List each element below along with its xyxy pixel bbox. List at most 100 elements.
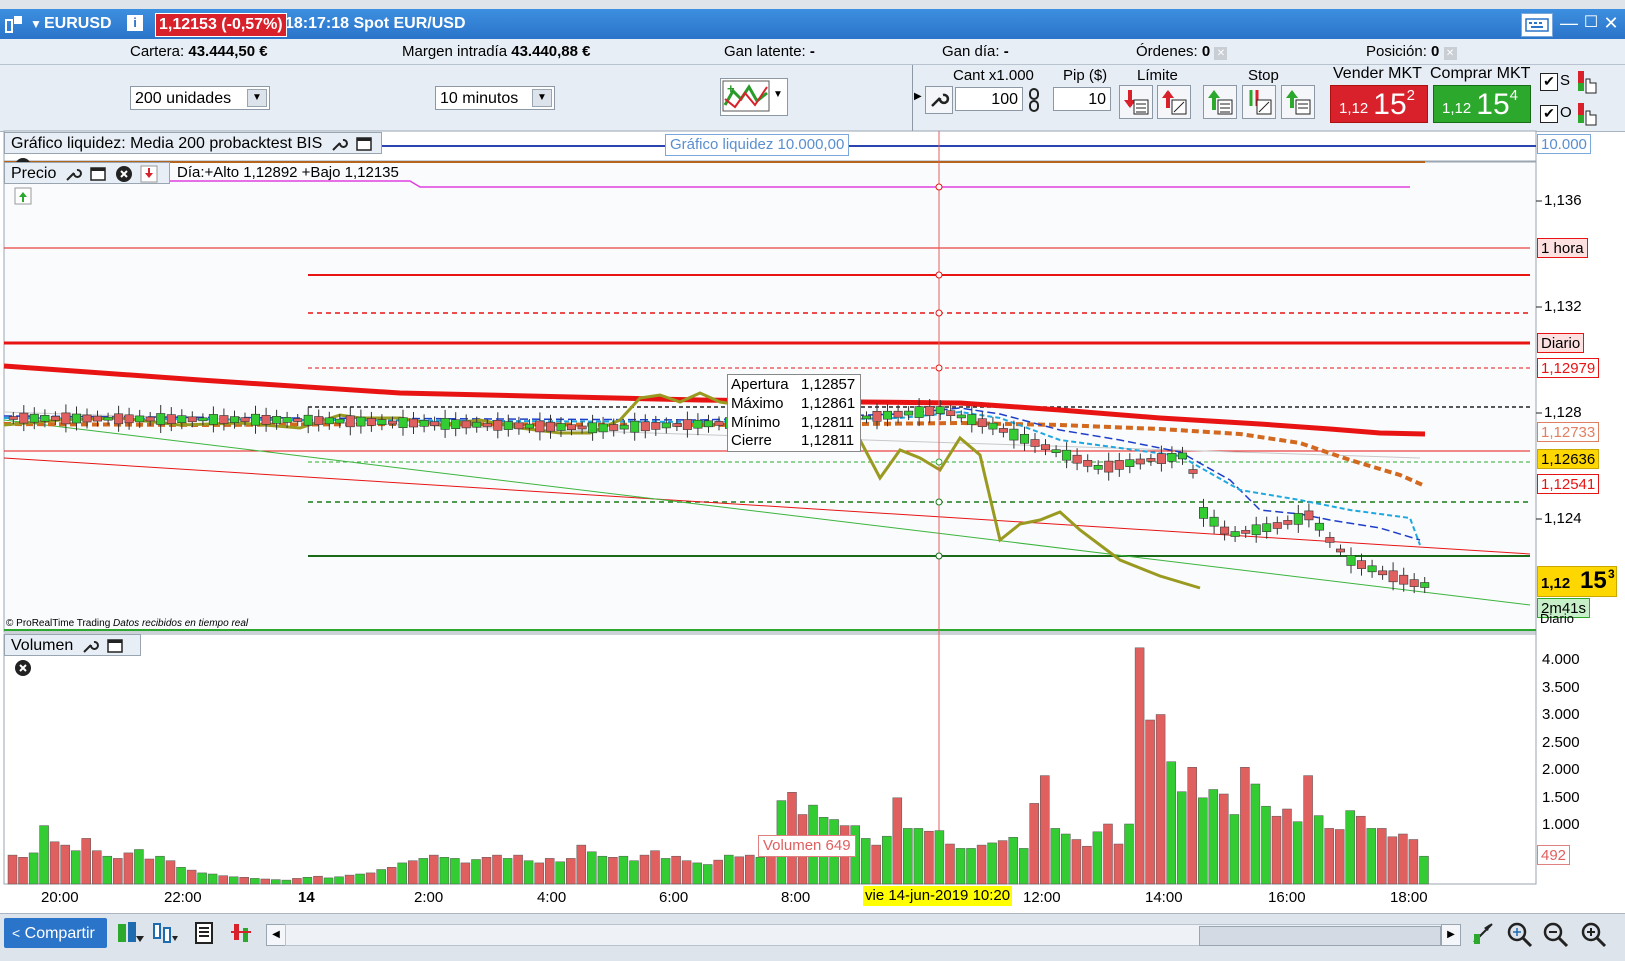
window-icon[interactable] bbox=[355, 135, 373, 153]
candle-body bbox=[714, 421, 724, 426]
volume-tick: 2.000 bbox=[1542, 761, 1580, 778]
volume-bar bbox=[1198, 797, 1208, 885]
horizontal-scrollbar[interactable] bbox=[285, 924, 1442, 946]
bottom-toolbar: < Compartir ◀ ▶ bbox=[0, 913, 1625, 961]
candle-body bbox=[1230, 531, 1240, 537]
candle-body bbox=[1420, 582, 1430, 588]
volume-bar bbox=[892, 797, 903, 885]
volume-bar bbox=[239, 877, 249, 885]
share-button[interactable]: < Compartir bbox=[4, 918, 107, 948]
candle-body bbox=[345, 415, 355, 428]
scrollbar-thumb[interactable] bbox=[1199, 926, 1441, 946]
volume-bar bbox=[1103, 823, 1113, 885]
candle-body bbox=[1378, 570, 1388, 576]
volume-bar bbox=[292, 878, 302, 885]
candle-body bbox=[1283, 520, 1293, 525]
credit-text: © ProRealTime Trading Datos recibidos en… bbox=[6, 618, 248, 629]
share-icon: < bbox=[12, 925, 21, 941]
volume-bar bbox=[903, 828, 913, 885]
volume-bar bbox=[1334, 829, 1345, 885]
candle-body bbox=[1272, 522, 1282, 529]
volume-bar bbox=[566, 858, 576, 885]
x-tick: 18:00 bbox=[1390, 889, 1428, 906]
volume-bar bbox=[1219, 793, 1229, 885]
tag-diario: Diario bbox=[1537, 333, 1585, 353]
candle-body bbox=[925, 406, 935, 416]
scroll-left-button[interactable]: ◀ bbox=[266, 924, 286, 946]
candle-body bbox=[956, 414, 966, 419]
volume-bar bbox=[544, 858, 555, 885]
candle-body bbox=[1388, 570, 1398, 583]
volume-bar bbox=[945, 843, 955, 885]
close-icon[interactable] bbox=[14, 659, 32, 677]
scroll-right-button[interactable]: ▶ bbox=[1441, 924, 1461, 946]
price-panel-header: Precio bbox=[4, 162, 170, 205]
current-price-big: 15 bbox=[1580, 567, 1607, 594]
volume-bar bbox=[28, 852, 39, 885]
volume-bar bbox=[1398, 833, 1408, 885]
window-icon[interactable] bbox=[106, 637, 124, 655]
volume-bar bbox=[1155, 714, 1166, 885]
volume-bar bbox=[660, 858, 671, 885]
candle-body bbox=[356, 416, 366, 427]
flag-icon[interactable] bbox=[192, 920, 216, 950]
wrench-icon[interactable] bbox=[330, 135, 348, 153]
volume-bar bbox=[745, 854, 755, 885]
volume-bar bbox=[1018, 848, 1029, 885]
volume-bar bbox=[155, 855, 165, 885]
candle-body bbox=[166, 414, 176, 424]
candle-body bbox=[1135, 458, 1145, 465]
candle-body bbox=[904, 410, 914, 416]
candle-body bbox=[398, 417, 408, 429]
volume-bar bbox=[207, 873, 218, 885]
wrench-icon[interactable] bbox=[64, 165, 82, 183]
candle-body bbox=[1188, 469, 1198, 474]
candle-body bbox=[430, 421, 440, 426]
volume-bar bbox=[355, 873, 365, 885]
arrow-down-icon[interactable] bbox=[140, 165, 158, 183]
arrow-up-icon[interactable] bbox=[14, 187, 32, 205]
volume-bar bbox=[1071, 839, 1082, 885]
candle-body bbox=[1019, 433, 1029, 444]
volume-bar bbox=[228, 876, 239, 885]
volume-bar bbox=[1092, 831, 1103, 885]
candle-body bbox=[935, 406, 945, 414]
volume-bar bbox=[471, 859, 481, 885]
volume-bar bbox=[997, 840, 1008, 885]
zoom-in-icon[interactable] bbox=[1579, 920, 1607, 952]
candle-body bbox=[61, 412, 71, 425]
volume-bar bbox=[165, 860, 176, 885]
x-tick: 14:00 bbox=[1145, 889, 1183, 906]
candle-body bbox=[303, 414, 313, 426]
volume-bar bbox=[534, 862, 544, 885]
chart-candles-icon[interactable] bbox=[228, 920, 254, 950]
volume-bar bbox=[1387, 836, 1398, 885]
indicators-icon[interactable] bbox=[150, 920, 180, 950]
candle-body bbox=[545, 421, 555, 432]
volume-bar bbox=[313, 875, 323, 885]
window-icon[interactable] bbox=[89, 165, 107, 183]
volume-cursor-label: Volumen 649 bbox=[758, 835, 856, 857]
volume-bar bbox=[1008, 837, 1018, 885]
day-high-low-info: Día:+Alto 1,12892 +Bajo 1,12135 bbox=[177, 164, 399, 181]
auto-scale-icon[interactable] bbox=[1470, 920, 1496, 952]
volume-bar bbox=[608, 857, 618, 885]
volume-bar bbox=[260, 878, 271, 885]
zoom-out-icon[interactable] bbox=[1541, 920, 1569, 952]
instrument-list-icon[interactable] bbox=[116, 920, 146, 950]
close-icon[interactable] bbox=[115, 165, 133, 183]
candle-body bbox=[1209, 516, 1219, 527]
x-tick: 16:00 bbox=[1268, 889, 1306, 906]
candle-body bbox=[187, 416, 197, 423]
volume-last-tag: 492 bbox=[1537, 845, 1571, 865]
candle-body bbox=[1399, 574, 1409, 585]
volume-bar bbox=[376, 869, 386, 885]
credit-italic: Datos recibidos en tiempo real bbox=[113, 618, 249, 629]
candle-body bbox=[1093, 464, 1103, 470]
credit-name: © ProRealTime Trading bbox=[6, 618, 111, 629]
candle-body bbox=[682, 419, 692, 430]
wrench-icon[interactable] bbox=[81, 637, 99, 655]
volume-tick: 2.500 bbox=[1542, 734, 1580, 751]
zoom-fit-icon[interactable] bbox=[1505, 920, 1533, 952]
volume-bar bbox=[955, 848, 966, 885]
